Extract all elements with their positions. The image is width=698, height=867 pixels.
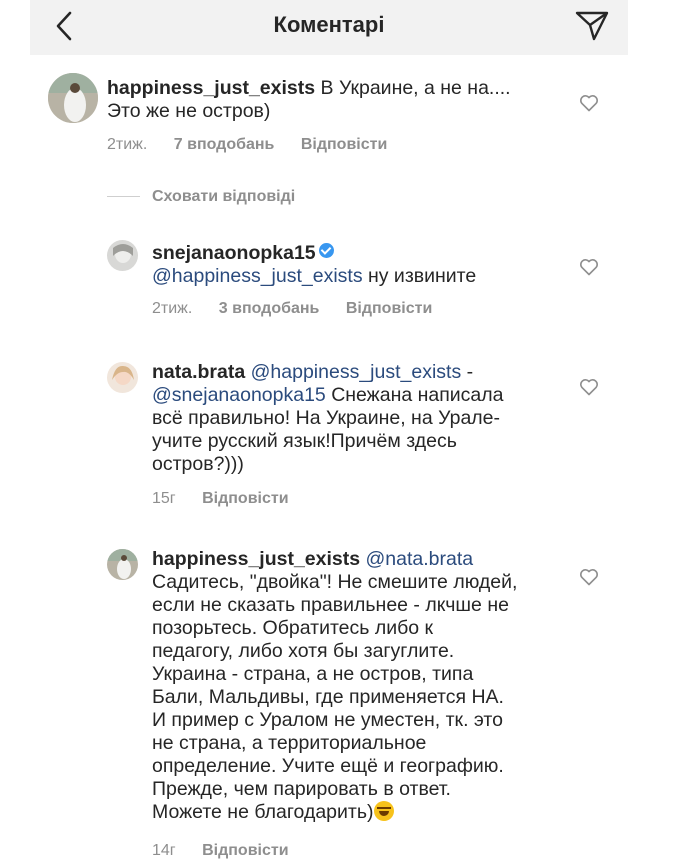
- reply-body-line: Бали, Мальдивы, где применяется НА.: [152, 686, 504, 708]
- reply-body-line: педагогу, либо хотя бы загуглите.: [152, 640, 455, 662]
- reply-time: 15г: [152, 490, 176, 507]
- reply-body-line: если не сказать правильнее - лкчше не: [152, 594, 509, 616]
- avatar-photo-icon: [107, 362, 138, 393]
- reply-likes[interactable]: 3 вподобань: [219, 300, 320, 317]
- avatar[interactable]: [48, 73, 98, 123]
- avatar-photo-icon: [48, 73, 98, 123]
- reply-meta: 14г Відповісти: [152, 842, 311, 860]
- reply-text: nata.brata @happiness_just_exists - @sne…: [152, 361, 572, 476]
- comment-time: 2тиж.: [107, 136, 148, 153]
- reply-text: snejanaonopka15 @happiness_just_exists н…: [152, 242, 572, 288]
- comment-likes[interactable]: 7 вподобань: [174, 136, 275, 153]
- reply-body-line: Можете не благодарить): [152, 801, 374, 823]
- comment-meta: 2тиж. 7 вподобань Відповісти: [107, 136, 409, 154]
- reply-username[interactable]: nata.brata: [152, 361, 245, 383]
- reply-mention[interactable]: @happiness_just_exists: [251, 361, 462, 383]
- reply-body-line: всё правильно! На Украине, на Урале-: [152, 407, 501, 429]
- like-heart-icon[interactable]: [579, 94, 599, 112]
- verified-badge-icon: [318, 243, 334, 258]
- reply-body-line: Прежде, чем парировать в ответ.: [152, 778, 451, 800]
- divider: [107, 196, 140, 197]
- reply-button[interactable]: Відповісти: [202, 490, 288, 507]
- reply-meta: 2тиж. 3 вподобань Відповісти: [152, 300, 454, 318]
- header-bar: Коментарі: [30, 0, 628, 55]
- reply-body-line: не страна, а территориальное: [152, 732, 427, 754]
- avatar-photo-icon: [107, 549, 138, 580]
- reply-mention[interactable]: @happiness_just_exists: [152, 265, 363, 287]
- avatar[interactable]: [107, 549, 138, 580]
- reply-username[interactable]: snejanaonopka15: [152, 242, 316, 264]
- reply-button[interactable]: Відповісти: [346, 300, 432, 317]
- like-heart-icon[interactable]: [579, 568, 599, 586]
- reply-button[interactable]: Відповісти: [202, 842, 288, 859]
- reply-body-line: учите русский язык!Причём здесь: [152, 430, 457, 452]
- reply-time: 14г: [152, 842, 176, 859]
- avatar-photo-icon: [107, 240, 138, 271]
- like-heart-icon[interactable]: [579, 258, 599, 276]
- direct-send-icon[interactable]: [574, 7, 610, 43]
- comment-body-line2: Это же не остров): [107, 100, 271, 122]
- reply-dash: -: [466, 361, 474, 383]
- reply-body-line: позорьтесь. Обратитесь либо к: [152, 617, 434, 639]
- comment-body: В Украине, а не на....: [320, 77, 511, 99]
- reply-meta: 15г Відповісти: [152, 490, 311, 508]
- avatar[interactable]: [107, 240, 138, 271]
- comment-text: happiness_just_exists В Украине, а не на…: [107, 77, 557, 123]
- reply-mention[interactable]: @snejanaonopka15: [152, 384, 326, 406]
- reply-body-line: Садитесь, "двойка"! Не смешите людей,: [152, 571, 518, 593]
- reply-body: ну извините: [368, 265, 477, 287]
- avatar[interactable]: [107, 362, 138, 393]
- reply-time: 2тиж.: [152, 300, 193, 317]
- like-heart-icon[interactable]: [579, 378, 599, 396]
- reply-body-line: И пример с Уралом не уместен, тк. это: [152, 709, 503, 731]
- reply-body: Снежана написала: [331, 384, 504, 406]
- reply-text: happiness_just_exists @nata.brata Садите…: [152, 548, 572, 824]
- reply-body-line: Украина - страна, а не остров, типа: [152, 663, 474, 685]
- reply-button[interactable]: Відповісти: [301, 136, 387, 153]
- tears-of-joy-emoji-icon: [373, 801, 394, 821]
- reply-mention[interactable]: @nata.brata: [366, 548, 474, 570]
- reply-username[interactable]: happiness_just_exists: [152, 548, 360, 570]
- hide-replies-button[interactable]: Сховати відповіді: [152, 188, 295, 206]
- reply-body-line: определение. Учите ещё и географию.: [152, 755, 504, 777]
- comment-username[interactable]: happiness_just_exists: [107, 77, 315, 99]
- reply-body-line: остров?))): [152, 453, 244, 475]
- page-title: Коментарі: [273, 12, 385, 37]
